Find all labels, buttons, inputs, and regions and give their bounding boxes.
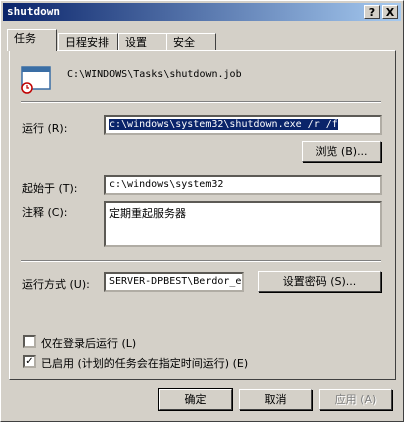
set-password-button[interactable]: 设置密码 (S)...	[258, 271, 381, 292]
task-properties-window: shutdown ? X 任务 日程安排 设置 安全 C:\WINDOWS\Ta…	[0, 0, 404, 422]
tab-schedule[interactable]: 日程安排	[58, 33, 118, 51]
tab-security[interactable]: 安全	[166, 33, 216, 51]
run-label: 运行 (R):	[22, 122, 68, 135]
tab-task[interactable]: 任务	[7, 29, 57, 51]
divider	[21, 101, 381, 103]
title-bar[interactable]: shutdown ? X	[3, 3, 401, 21]
comment-label: 注释 (C):	[22, 206, 68, 219]
divider	[21, 260, 381, 262]
run-command-input[interactable]: c:\windows\system32\shutdown.exe /r /f	[104, 115, 382, 135]
comment-textarea[interactable]: 定期重起服务器	[104, 201, 382, 247]
scheduled-task-icon	[21, 66, 51, 94]
browse-button[interactable]: 浏览 (B)...	[302, 141, 381, 162]
close-button[interactable]: X	[382, 5, 398, 19]
logon-only-label[interactable]: 仅在登录后运行 (L)	[41, 335, 136, 351]
logon-only-checkbox[interactable]	[23, 335, 36, 348]
start-in-label: 起始于 (T):	[22, 182, 78, 195]
job-file-path: C:\WINDOWS\Tasks\shutdown.job	[67, 69, 242, 80]
start-in-input[interactable]: c:\windows\system32	[104, 175, 382, 195]
window-title: shutdown	[7, 5, 60, 18]
help-button[interactable]: ?	[364, 5, 380, 19]
ok-button[interactable]: 确定	[158, 388, 233, 411]
enabled-checkbox[interactable]: ✓	[23, 355, 36, 368]
run-command-value: c:\windows\system32\shutdown.exe /r /f	[109, 119, 338, 130]
apply-button[interactable]: 应用 (A)	[319, 389, 392, 410]
run-as-label: 运行方式 (U):	[22, 278, 90, 291]
run-as-input[interactable]: SERVER-DPBEST\Berdor_ei	[104, 272, 244, 292]
cancel-button[interactable]: 取消	[239, 389, 312, 410]
tab-settings[interactable]: 设置	[118, 33, 167, 51]
checkmark-icon: ✓	[25, 356, 34, 367]
enabled-label[interactable]: 已启用 (计划的任务会在指定时间运行) (E)	[41, 355, 248, 371]
